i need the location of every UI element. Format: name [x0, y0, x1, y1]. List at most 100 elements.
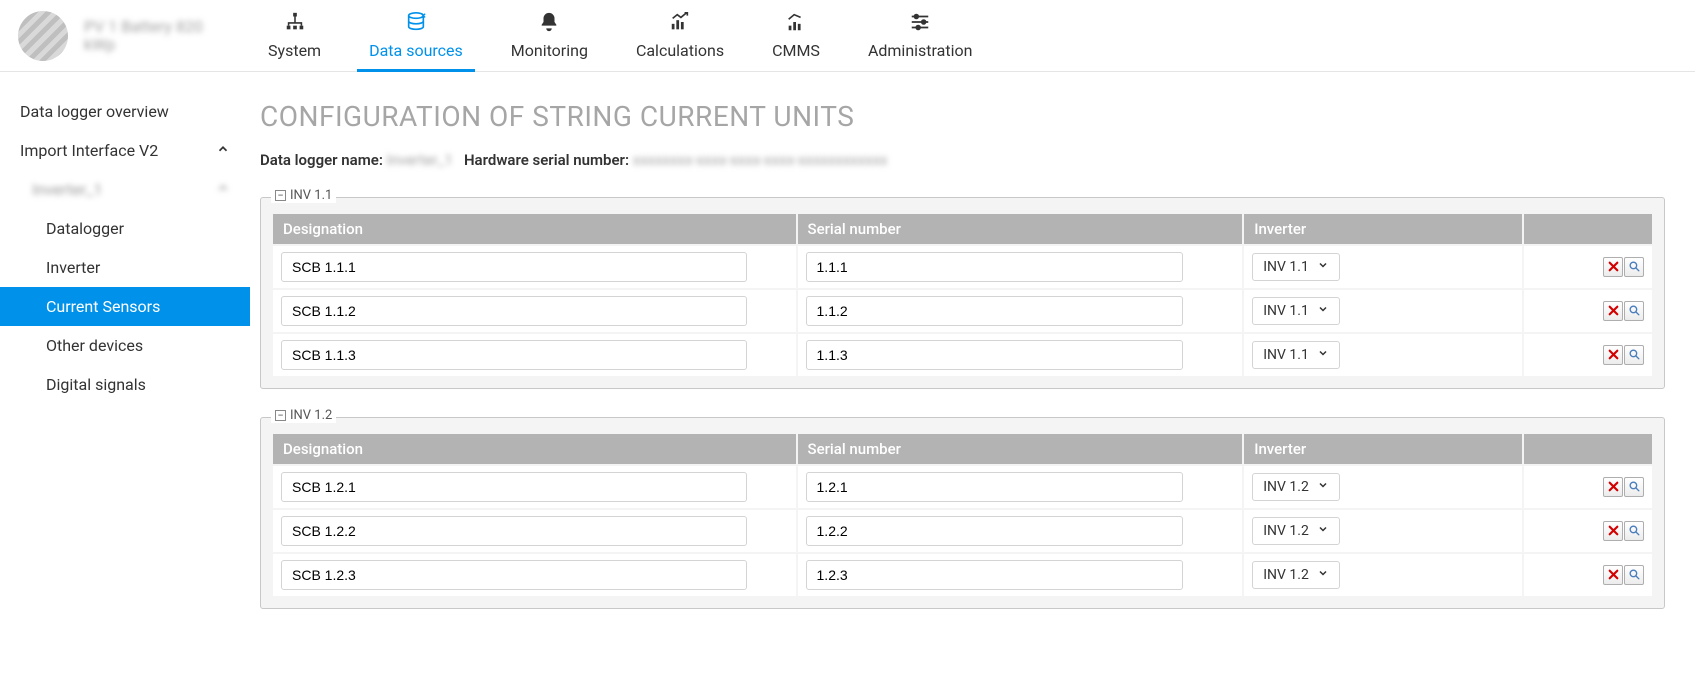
sidebar-item-overview[interactable]: Data logger overview	[0, 92, 250, 131]
project-avatar	[18, 11, 68, 61]
meta-hw-label: Hardware serial number:	[464, 151, 629, 169]
sidebar-item-label: Datalogger	[46, 219, 124, 238]
group-name: INV 1.1	[290, 188, 332, 203]
view-button[interactable]	[1624, 301, 1644, 321]
sidebar: Data logger overview Import Interface V2…	[0, 72, 250, 685]
sidebar-item-other-devices[interactable]: Other devices	[0, 326, 250, 365]
meta-hw-value: xxxxxxxx-xxxx-xxxx-xxxx-xxxxxxxxxxxx	[633, 151, 888, 169]
sidebar-item-label: Current Sensors	[46, 297, 160, 316]
chevron-down-icon	[1317, 523, 1329, 539]
hierarchy-icon	[283, 11, 307, 37]
designation-input[interactable]	[281, 472, 747, 502]
collapse-icon[interactable]: −	[275, 410, 286, 421]
chevron-down-icon	[1317, 303, 1329, 319]
serial-input[interactable]	[806, 472, 1183, 502]
tab-administration[interactable]: Administration	[864, 0, 977, 71]
sidebar-item-inverter[interactable]: Inverter	[0, 248, 250, 287]
sidebar-item-digital-signals[interactable]: Digital signals	[0, 365, 250, 404]
group-legend[interactable]: −INV 1.1	[271, 188, 336, 203]
serial-input[interactable]	[806, 516, 1183, 546]
project-name: PV 1 Battery 820 kWp	[84, 18, 234, 54]
col-designation: Designation	[273, 434, 796, 464]
delete-button[interactable]	[1603, 477, 1623, 497]
sidebar-item-datalogger[interactable]: Datalogger	[0, 209, 250, 248]
inverter-select[interactable]: INV 1.2	[1252, 517, 1340, 545]
inverter-select[interactable]: INV 1.1	[1252, 253, 1340, 281]
meta-logger-value: Inverter_1	[387, 151, 453, 169]
col-serial: Serial number	[798, 434, 1243, 464]
inverter-select[interactable]: INV 1.1	[1252, 341, 1340, 369]
tab-data-sources[interactable]: Data sources	[365, 0, 467, 71]
sidebar-item-label: Inverter	[46, 258, 100, 277]
designation-input[interactable]	[281, 516, 747, 546]
chevron-down-icon	[1317, 479, 1329, 495]
chevron-down-icon	[1317, 567, 1329, 583]
group-legend[interactable]: −INV 1.2	[271, 408, 336, 423]
tab-label: CMMS	[772, 41, 820, 60]
tab-monitoring[interactable]: Monitoring	[507, 0, 592, 71]
sidebar-item-label: Digital signals	[46, 375, 146, 394]
chevron-up-icon	[216, 180, 230, 199]
tab-calculations[interactable]: Calculations	[632, 0, 728, 71]
chevron-down-icon	[1317, 347, 1329, 363]
serial-input[interactable]	[806, 296, 1183, 326]
group-name: INV 1.2	[290, 408, 332, 423]
page-title: CONFIGURATION OF STRING CURRENT UNITS	[260, 100, 1665, 133]
designation-input[interactable]	[281, 296, 747, 326]
sidebar-item-label: Data logger overview	[20, 102, 169, 121]
view-button[interactable]	[1624, 521, 1644, 541]
bell-icon	[537, 11, 561, 37]
meta-row: Data logger name: Inverter_1 Hardware se…	[260, 151, 1665, 169]
view-button[interactable]	[1624, 257, 1644, 277]
scu-table: DesignationSerial numberInverterINV 1.1I…	[271, 212, 1654, 378]
serial-input[interactable]	[806, 560, 1183, 590]
table-row: INV 1.1	[273, 290, 1652, 332]
col-serial: Serial number	[798, 214, 1243, 244]
table-row: INV 1.1	[273, 246, 1652, 288]
tab-label: Calculations	[636, 41, 724, 60]
meta-logger-label: Data logger name:	[260, 151, 383, 169]
inverter-group: −INV 1.1DesignationSerial numberInverter…	[260, 197, 1665, 389]
tab-label: Monitoring	[511, 41, 588, 60]
tab-system[interactable]: System	[264, 0, 325, 71]
inverter-select[interactable]: INV 1.2	[1252, 561, 1340, 589]
inverter-select-value: INV 1.2	[1263, 479, 1309, 495]
top-tabs: System Data sources Monitoring Calculati…	[264, 0, 976, 71]
sidebar-item-group[interactable]: Inverter_1	[0, 170, 250, 209]
delete-button[interactable]	[1603, 521, 1623, 541]
delete-button[interactable]	[1603, 565, 1623, 585]
scu-table: DesignationSerial numberInverter INV 1.2 I…	[271, 432, 1654, 598]
chart-up-icon	[668, 11, 692, 37]
delete-button[interactable]	[1603, 257, 1623, 277]
designation-input[interactable]	[281, 560, 747, 590]
inverter-select-value: INV 1.1	[1263, 303, 1309, 319]
view-button[interactable]	[1624, 477, 1644, 497]
sidebar-item-import-interface[interactable]: Import Interface V2	[0, 131, 250, 170]
sidebar-item-label: Inverter_1	[32, 180, 102, 199]
inverter-select-value: INV 1.1	[1263, 347, 1309, 363]
building-icon	[784, 11, 808, 37]
view-button[interactable]	[1624, 345, 1644, 365]
col-inverter: Inverter	[1244, 434, 1522, 464]
serial-input[interactable]	[806, 252, 1183, 282]
serial-input[interactable]	[806, 340, 1183, 370]
inverter-group: −INV 1.2DesignationSerial numberInverter…	[260, 417, 1665, 609]
table-row: INV 1.2	[273, 554, 1652, 596]
main-content: CONFIGURATION OF STRING CURRENT UNITS Da…	[250, 72, 1695, 685]
col-actions	[1524, 214, 1652, 244]
chevron-up-icon	[216, 141, 230, 160]
collapse-icon[interactable]: −	[275, 190, 286, 201]
delete-button[interactable]	[1603, 301, 1623, 321]
designation-input[interactable]	[281, 252, 747, 282]
delete-button[interactable]	[1603, 345, 1623, 365]
inverter-select[interactable]: INV 1.2	[1252, 473, 1340, 501]
designation-input[interactable]	[281, 340, 747, 370]
chevron-down-icon	[1317, 259, 1329, 275]
inverter-select[interactable]: INV 1.1	[1252, 297, 1340, 325]
col-actions	[1524, 434, 1652, 464]
sidebar-item-current-sensors[interactable]: Current Sensors	[0, 287, 250, 326]
tab-cmms[interactable]: CMMS	[768, 0, 824, 71]
sidebar-item-label: Other devices	[46, 336, 143, 355]
view-button[interactable]	[1624, 565, 1644, 585]
inverter-select-value: INV 1.2	[1263, 567, 1309, 583]
